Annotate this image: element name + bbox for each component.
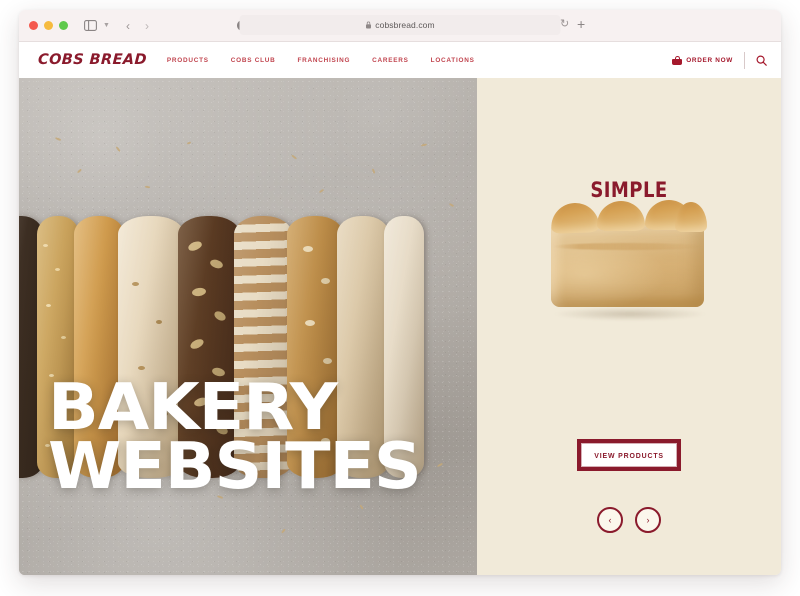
header-actions: ORDER NOW: [672, 51, 767, 69]
forward-button[interactable]: ›: [142, 20, 152, 32]
hero-product-panel: SIMPLE VIEW PRODUCTS ‹ ›: [477, 78, 781, 575]
carousel-next-button[interactable]: ›: [635, 507, 661, 533]
hero-headline: BAKERY WEBSITES: [48, 371, 422, 505]
basket-icon: [672, 55, 683, 65]
minimize-window-button[interactable]: [44, 21, 53, 30]
slide-title: SIMPLE: [590, 178, 668, 202]
sidebar-controls: ▼: [82, 17, 111, 34]
carousel-navigation: ‹ ›: [597, 507, 661, 533]
hero-photo: BAKERY WEBSITES: [19, 78, 477, 575]
nav-item-franchising[interactable]: FRANCHISING: [298, 57, 351, 64]
close-window-button[interactable]: [29, 21, 38, 30]
order-now-label: ORDER NOW: [686, 56, 733, 64]
back-button[interactable]: ‹: [123, 20, 133, 32]
browser-window: ▼ ‹ › cobsbread.com ↻ + COBS BREAD PRODU…: [19, 10, 781, 575]
product-loaf-image: [545, 200, 713, 321]
chevron-down-icon[interactable]: ▼: [102, 17, 111, 34]
site-logo[interactable]: COBS BREAD: [38, 52, 148, 68]
traffic-lights: [29, 21, 68, 30]
header-divider: [744, 51, 745, 69]
lock-icon: [365, 21, 371, 29]
maximize-window-button[interactable]: [59, 21, 68, 30]
search-icon[interactable]: [756, 54, 767, 66]
nav-item-products[interactable]: PRODUCTS: [167, 57, 209, 64]
nav-item-locations[interactable]: LOCATIONS: [431, 57, 475, 64]
nav-item-cobs-club[interactable]: COBS CLUB: [231, 57, 276, 64]
nav-item-careers[interactable]: CAREERS: [372, 57, 409, 64]
url-text: cobsbread.com: [375, 20, 435, 30]
view-products-label: VIEW PRODUCTS: [594, 450, 664, 460]
address-bar[interactable]: cobsbread.com: [239, 15, 561, 35]
carousel-prev-button[interactable]: ‹: [597, 507, 623, 533]
sidebar-toggle-icon[interactable]: [82, 17, 99, 34]
view-products-button[interactable]: VIEW PRODUCTS: [577, 439, 681, 471]
browser-toolbar: ▼ ‹ › cobsbread.com ↻ +: [19, 10, 781, 42]
new-tab-button[interactable]: +: [577, 17, 585, 31]
site-header: COBS BREAD PRODUCTS COBS CLUB FRANCHISIN…: [19, 42, 781, 78]
reload-icon[interactable]: ↻: [560, 19, 569, 30]
navigation-arrows: ‹ ›: [123, 20, 152, 32]
order-now-button[interactable]: ORDER NOW: [672, 55, 733, 65]
main-navigation: PRODUCTS COBS CLUB FRANCHISING CAREERS L…: [167, 57, 475, 64]
hero-section: BAKERY WEBSITES SIMPLE VIEW PRODUCTS ‹ ›: [19, 78, 781, 575]
